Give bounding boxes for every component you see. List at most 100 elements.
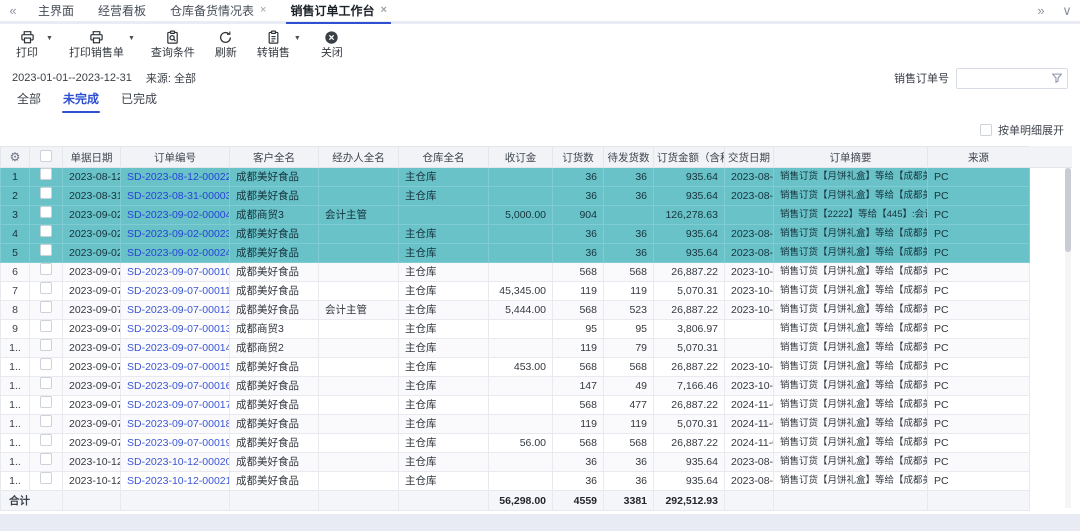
tabs-scroll-right-icon[interactable]: » — [1028, 0, 1054, 21]
table-row[interactable]: 5 2023-09-02 SD-2023-09-02-00024 成都美好食品 … — [1, 244, 1030, 263]
column-settings-gear-icon[interactable]: ⚙ — [10, 150, 21, 164]
table-row[interactable]: 1.. 2023-09-07 SD-2023-09-07-00019 成都美好食… — [1, 434, 1030, 453]
row-checkbox[interactable] — [40, 472, 52, 484]
row-checkbox[interactable] — [40, 358, 52, 370]
row-checkbox[interactable] — [40, 244, 52, 256]
col-doc-date[interactable]: 单据日期 — [63, 147, 121, 168]
row-checkbox[interactable] — [40, 282, 52, 294]
row-checkbox[interactable] — [40, 377, 52, 389]
order-number-link[interactable]: SD-2023-09-07-00012 — [127, 304, 230, 316]
print-button[interactable]: 打印 — [12, 30, 42, 60]
table-row[interactable]: 8 2023-09-07 SD-2023-09-07-00012 成都美好食品 … — [1, 301, 1030, 320]
col-delivery-date[interactable]: 交货日期 — [725, 147, 774, 168]
tab-finished[interactable]: 已完成 — [110, 90, 168, 114]
table-row[interactable]: 1.. 2023-10-12 SD-2023-10-12-00020 成都美好食… — [1, 453, 1030, 472]
table-row[interactable]: 1.. 2023-09-07 SD-2023-09-07-00016 成都美好食… — [1, 377, 1030, 396]
scrollbar-thumb[interactable] — [1065, 168, 1071, 252]
close-workbench-button[interactable]: 关闭 — [317, 30, 347, 60]
cell-warehouse: 主仓库 — [399, 263, 489, 282]
order-number-link[interactable]: SD-2023-09-02-00004 — [127, 209, 230, 221]
print-dropdown-caret-icon[interactable]: ▼ — [46, 35, 53, 42]
print-sales-slip-button[interactable]: 打印销售单 — [69, 30, 124, 60]
row-checkbox[interactable] — [40, 453, 52, 465]
order-number-link[interactable]: SD-2023-10-12-00021 — [127, 475, 230, 487]
row-checkbox[interactable] — [40, 415, 52, 427]
order-number-link[interactable]: SD-2023-10-12-00020 — [127, 456, 230, 468]
col-pending-qty[interactable]: 待发货数 — [604, 147, 654, 168]
order-number-link[interactable]: SD-2023-09-02-00023 — [127, 228, 230, 240]
col-handler-name[interactable]: 经办人全名 — [319, 147, 399, 168]
order-number-link[interactable]: SD-2023-09-02-00024 — [127, 247, 230, 259]
vertical-scrollbar[interactable] — [1065, 168, 1071, 508]
col-order-amount[interactable]: 订货金额（含税） — [654, 147, 725, 168]
col-warehouse-name[interactable]: 仓库全名 — [399, 147, 489, 168]
order-number-link[interactable]: SD-2023-08-31-00003 — [127, 190, 230, 202]
col-source[interactable]: 来源 — [928, 147, 1030, 168]
order-number-link[interactable]: SD-2023-09-07-00010 — [127, 266, 230, 278]
order-number-link[interactable]: SD-2023-09-07-00014 — [127, 342, 230, 354]
order-number-link[interactable]: SD-2023-09-07-00016 — [127, 380, 230, 392]
order-number-link[interactable]: SD-2023-09-07-00013 — [127, 323, 230, 335]
filter-funnel-icon[interactable] — [1051, 72, 1063, 84]
order-number-link[interactable]: SD-2023-09-07-00019 — [127, 437, 230, 449]
row-checkbox[interactable] — [40, 434, 52, 446]
select-all-checkbox[interactable] — [40, 150, 52, 162]
cell-pending-qty: 119 — [604, 415, 654, 434]
tabs-list-chevron-icon[interactable]: ∨ — [1054, 0, 1080, 21]
close-icon[interactable]: × — [381, 5, 387, 16]
row-checkbox[interactable] — [40, 187, 52, 199]
expand-by-detail-label: 按单明细展开 — [998, 122, 1064, 138]
order-number-link[interactable]: SD-2023-09-07-00018 — [127, 418, 230, 430]
expand-by-detail-checkbox[interactable] — [980, 124, 992, 136]
order-number-link[interactable]: SD-2023-09-07-00011 — [127, 285, 230, 297]
col-order-summary[interactable]: 订单摘要 — [774, 147, 928, 168]
convert-dropdown-caret-icon[interactable]: ▼ — [294, 35, 301, 42]
table-row[interactable]: 1.. 2023-09-07 SD-2023-09-07-00017 成都美好食… — [1, 396, 1030, 415]
col-deposit[interactable]: 收订金 — [489, 147, 553, 168]
col-order-qty[interactable]: 订货数 — [553, 147, 604, 168]
row-checkbox[interactable] — [40, 396, 52, 408]
cell-customer: 成都商贸3 — [230, 206, 319, 225]
bottom-strip — [0, 514, 1080, 531]
table-row[interactable]: 9 2023-09-07 SD-2023-09-07-00013 成都商贸3 主… — [1, 320, 1030, 339]
order-number-link[interactable]: SD-2023-09-07-00017 — [127, 399, 230, 411]
row-checkbox[interactable] — [40, 168, 52, 180]
tab-all[interactable]: 全部 — [6, 90, 52, 114]
cell-order-number: SD-2023-09-02-00023 — [121, 225, 230, 244]
convert-to-sales-button[interactable]: 转销售 — [257, 30, 290, 60]
tab-unfinished[interactable]: 未完成 — [52, 90, 110, 114]
table-row[interactable]: 7 2023-09-07 SD-2023-09-07-00011 成都美好食品 … — [1, 282, 1030, 301]
table-row[interactable]: 1 2023-08-12 SD-2023-08-12-00022 成都美好食品 … — [1, 168, 1030, 187]
table-row[interactable]: 6 2023-09-07 SD-2023-09-07-00010 成都美好食品 … — [1, 263, 1030, 282]
tab-dashboard[interactable]: 经营看板 — [86, 0, 158, 21]
tabs-scroll-left-icon[interactable]: « — [0, 0, 26, 21]
row-checkbox[interactable] — [40, 339, 52, 351]
query-conditions-button[interactable]: 查询条件 — [151, 30, 195, 60]
table-row[interactable]: 2 2023-08-31 SD-2023-08-31-00003 成都美好食品 … — [1, 187, 1030, 206]
tab-sales-order-workbench[interactable]: 销售订单工作台 × — [278, 0, 398, 21]
table-row[interactable]: 1.. 2023-09-07 SD-2023-09-07-00018 成都美好食… — [1, 415, 1030, 434]
table-row[interactable]: 3 2023-09-02 SD-2023-09-02-00004 成都商贸3 会… — [1, 206, 1030, 225]
refresh-button[interactable]: 刷新 — [211, 30, 241, 60]
table-row[interactable]: 4 2023-09-02 SD-2023-09-02-00023 成都美好食品 … — [1, 225, 1030, 244]
row-number: 2 — [1, 187, 30, 206]
order-number-link[interactable]: SD-2023-09-07-00015 — [127, 361, 230, 373]
cell-order-qty: 568 — [553, 434, 604, 453]
row-checkbox[interactable] — [40, 320, 52, 332]
order-number-link[interactable]: SD-2023-08-12-00022 — [127, 171, 230, 183]
cell-delivery-date: 2024-11-05 — [725, 415, 774, 434]
close-icon[interactable]: × — [260, 5, 266, 16]
tab-warehouse-stock-report[interactable]: 仓库备货情况表 × — [158, 0, 278, 21]
cell-order-qty: 568 — [553, 301, 604, 320]
table-row[interactable]: 1.. 2023-09-07 SD-2023-09-07-00015 成都美好食… — [1, 358, 1030, 377]
print-sales-slip-dropdown-caret-icon[interactable]: ▼ — [128, 35, 135, 42]
col-customer-name[interactable]: 客户全名 — [230, 147, 319, 168]
tab-home[interactable]: 主界面 — [26, 0, 86, 21]
row-checkbox[interactable] — [40, 206, 52, 218]
table-row[interactable]: 1.. 2023-09-07 SD-2023-09-07-00014 成都商贸2… — [1, 339, 1030, 358]
row-checkbox[interactable] — [40, 225, 52, 237]
row-checkbox[interactable] — [40, 301, 52, 313]
table-row[interactable]: 1.. 2023-10-12 SD-2023-10-12-00021 成都美好食… — [1, 472, 1030, 491]
col-order-number[interactable]: 订单编号 — [121, 147, 230, 168]
row-checkbox[interactable] — [40, 263, 52, 275]
